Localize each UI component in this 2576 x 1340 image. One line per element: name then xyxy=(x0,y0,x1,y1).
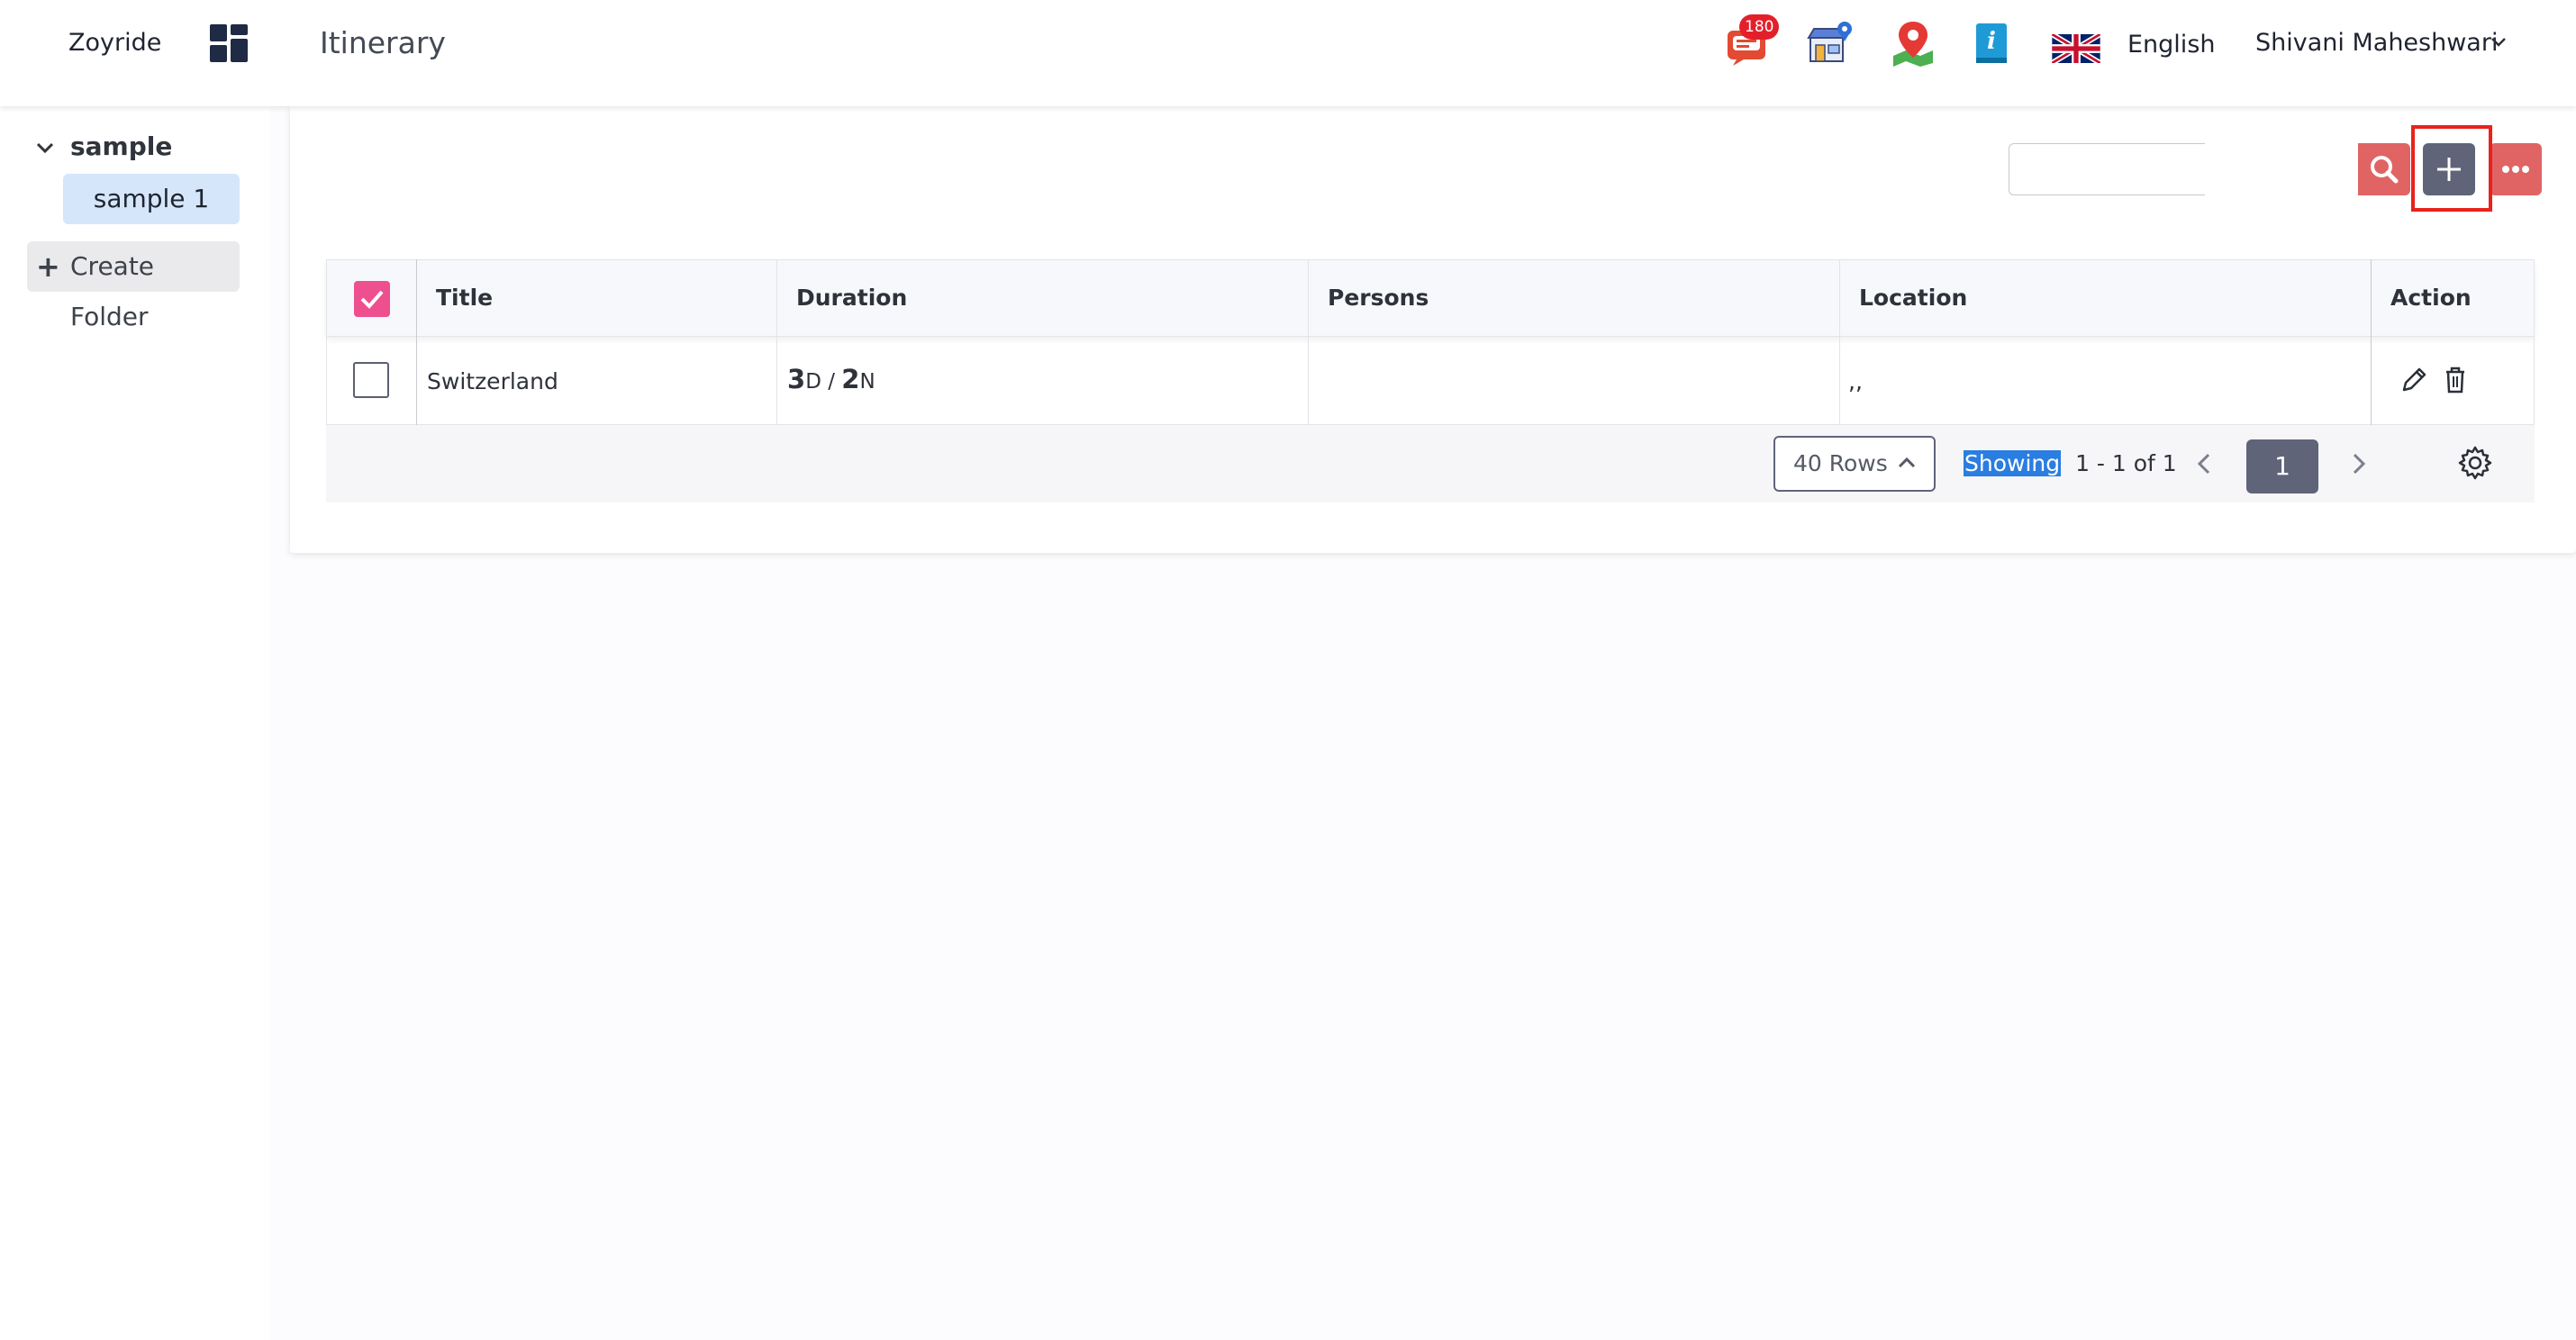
delete-icon[interactable] xyxy=(2439,364,2472,396)
pagination-summary: Showing 1 - 1 of 1 xyxy=(1964,450,2177,476)
column-header-location[interactable]: Location xyxy=(1859,285,1967,311)
rows-per-page-value: 40 Rows xyxy=(1793,450,1888,476)
row-checkbox[interactable] xyxy=(353,362,389,398)
store-location-icon[interactable] xyxy=(1807,20,1854,67)
column-header-title[interactable]: Title xyxy=(436,285,493,311)
column-header-persons[interactable]: Persons xyxy=(1328,285,1429,311)
column-divider xyxy=(1308,259,1309,425)
plus-icon: + xyxy=(36,249,60,284)
cell-duration: 3D / 2N xyxy=(787,364,875,394)
user-menu[interactable]: Shivani Maheshwari xyxy=(2255,29,2498,57)
gear-icon[interactable] xyxy=(2457,445,2493,481)
edit-icon[interactable] xyxy=(2398,364,2430,396)
create-folder-button[interactable]: + Create Folder xyxy=(27,241,240,331)
showing-range: 1 - 1 of 1 xyxy=(2075,450,2177,476)
brand-name[interactable]: Zoyride xyxy=(68,29,161,57)
uk-flag-icon[interactable] xyxy=(2052,34,2100,63)
highlight-box xyxy=(2411,125,2492,212)
more-icon xyxy=(2502,166,2529,173)
chevron-up-icon xyxy=(1898,457,1916,468)
map-pin-icon[interactable] xyxy=(1890,20,1937,67)
search-button[interactable] xyxy=(2358,143,2410,195)
chevron-down-icon[interactable] xyxy=(2490,36,2508,49)
more-options-button[interactable] xyxy=(2490,143,2542,195)
notification-badge: 180 xyxy=(1739,14,1780,40)
apps-grid-icon[interactable] xyxy=(210,24,248,62)
itinerary-table: Title Duration Persons Location Action S… xyxy=(326,259,2535,425)
create-folder-label: Create Folder xyxy=(70,251,155,331)
page-title: Itinerary xyxy=(320,25,446,60)
chevron-down-icon[interactable] xyxy=(34,137,56,158)
folder-item-selected[interactable]: sample 1 xyxy=(63,174,240,224)
table-row[interactable] xyxy=(326,337,2535,425)
chevron-left-icon[interactable] xyxy=(2194,450,2214,477)
column-divider xyxy=(416,259,417,425)
column-divider xyxy=(776,259,777,425)
svg-text:i: i xyxy=(1987,28,1996,55)
info-book-icon[interactable]: i xyxy=(1969,20,2016,67)
checkmark-icon xyxy=(360,290,384,309)
column-header-duration[interactable]: Duration xyxy=(796,285,907,311)
rows-per-page-select[interactable]: 40 Rows xyxy=(1773,436,1936,492)
search-input[interactable] xyxy=(2009,143,2205,195)
showing-label: Showing xyxy=(1964,450,2062,476)
column-divider xyxy=(1839,259,1840,425)
cell-location: ,, xyxy=(1848,368,1863,394)
column-header-action: Action xyxy=(2390,285,2472,311)
table-header xyxy=(326,259,2535,337)
cell-title: Switzerland xyxy=(427,368,558,394)
chevron-right-icon[interactable] xyxy=(2349,450,2369,477)
column-divider xyxy=(2371,259,2372,425)
language-selector[interactable]: English xyxy=(2127,31,2216,59)
top-bar: Zoyride Itinerary 180 i English Shivani … xyxy=(0,0,2576,106)
select-all-checkbox[interactable] xyxy=(354,281,390,317)
folder-root[interactable]: sample xyxy=(70,131,172,161)
page-button-current[interactable]: 1 xyxy=(2246,439,2318,493)
search-icon xyxy=(2371,156,2399,184)
